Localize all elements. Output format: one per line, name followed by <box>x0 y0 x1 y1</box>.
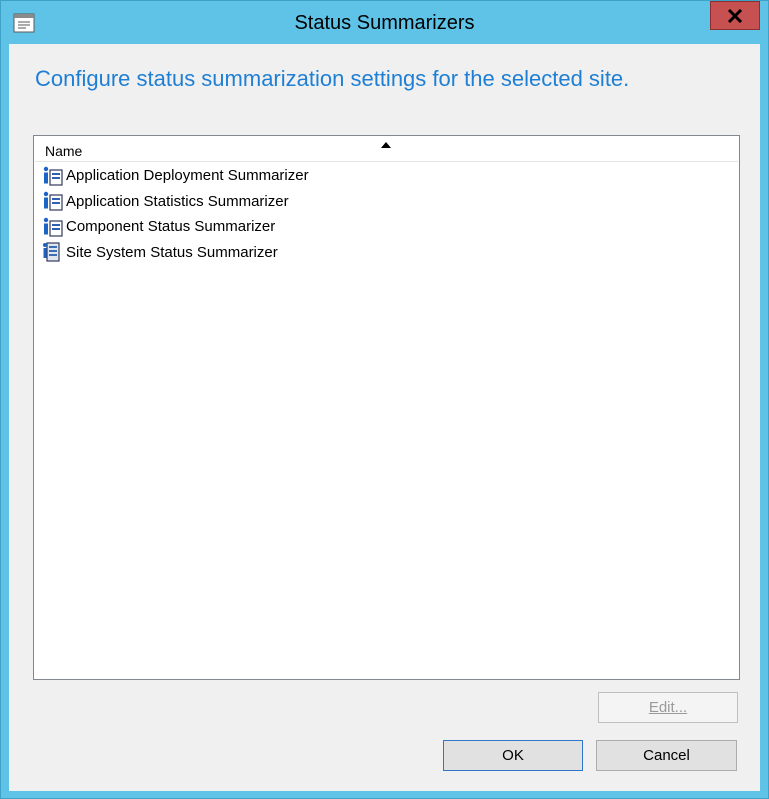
cancel-button[interactable]: Cancel <box>596 740 737 771</box>
ok-button[interactable]: OK <box>443 740 583 771</box>
close-icon <box>727 8 743 23</box>
info-document-icon <box>43 217 63 237</box>
list-item[interactable]: Site System Status Summarizer <box>35 240 738 266</box>
column-header-name[interactable]: Name <box>35 137 738 162</box>
window-title: Status Summarizers <box>294 12 475 34</box>
summarizer-list[interactable]: Name Application Deployment Summarizer A… <box>33 135 740 680</box>
server-document-icon <box>43 242 60 262</box>
list-item-label: Site System Status Summarizer <box>66 243 278 261</box>
list-item-label: Application Statistics Summarizer <box>66 192 289 210</box>
list-item-label: Component Status Summarizer <box>66 218 276 236</box>
list-item-label: Application Deployment Summarizer <box>66 167 309 185</box>
list-item[interactable]: Application Statistics Summarizer <box>35 189 738 215</box>
dialog-client-area: Configure status summarization settings … <box>9 44 760 791</box>
list-item[interactable]: Component Status Summarizer <box>35 214 738 240</box>
close-button[interactable] <box>710 1 760 30</box>
page-heading: Configure status summarization settings … <box>35 66 630 91</box>
edit-button[interactable]: Edit... <box>598 692 738 723</box>
column-header-label: Name <box>45 143 83 159</box>
dialog-window: Status Summarizers Configure status summ… <box>0 0 769 799</box>
list-item[interactable]: Application Deployment Summarizer <box>35 163 738 189</box>
title-bar[interactable]: Status Summarizers <box>1 1 768 44</box>
info-document-icon <box>43 192 63 211</box>
info-document-icon <box>43 166 63 186</box>
sort-ascending-icon <box>381 142 391 148</box>
list-rows: Application Deployment Summarizer Applic… <box>35 163 738 265</box>
